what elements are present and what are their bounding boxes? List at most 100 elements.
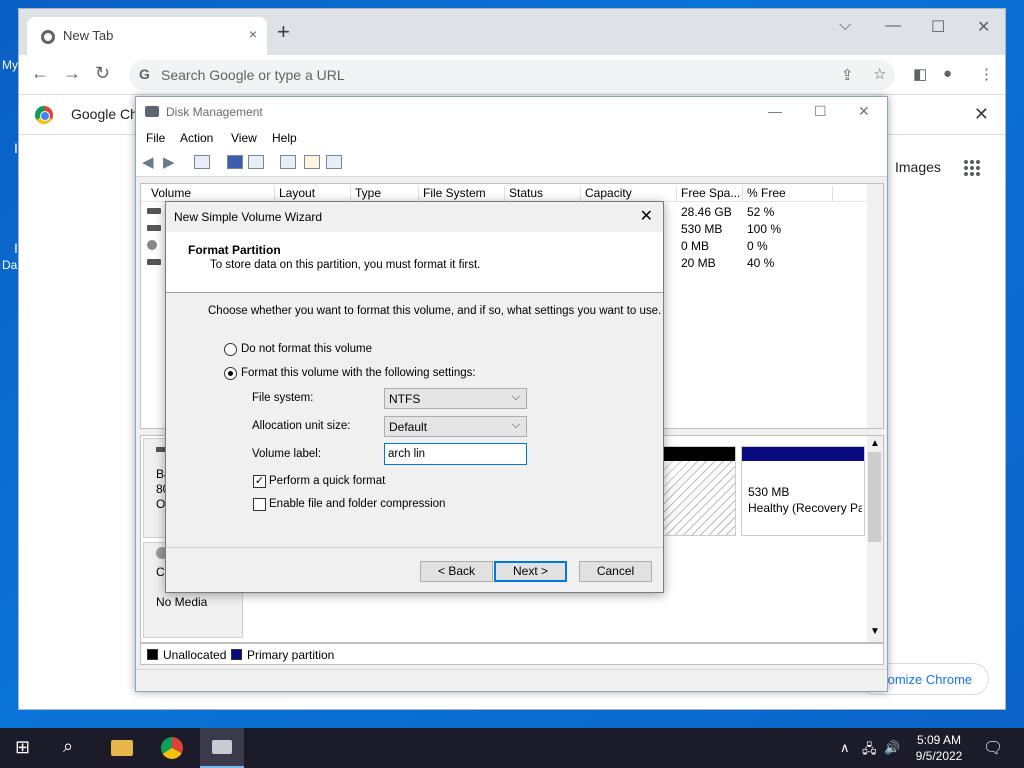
infobar-close-icon[interactable]: ✕ bbox=[974, 104, 989, 125]
profile-avatar-icon[interactable]: ● bbox=[943, 65, 952, 82]
no-format-label[interactable]: Do not format this volume bbox=[241, 343, 372, 355]
infobar-text: Google Chr bbox=[71, 106, 143, 122]
file-explorer-icon[interactable] bbox=[111, 740, 133, 756]
unallocated-partition[interactable] bbox=[661, 446, 736, 536]
new-tab-button[interactable]: + bbox=[277, 21, 290, 43]
back-button[interactable]: < Back bbox=[420, 561, 493, 582]
allocation-unit-select[interactable]: Default ⌵ bbox=[384, 416, 527, 437]
dm-title: Disk Management bbox=[166, 105, 263, 119]
dm-close-icon[interactable]: ✕ bbox=[858, 103, 870, 120]
volume-icon bbox=[147, 259, 161, 265]
taskbar: ⊞ ⌕ ∧ 🖧 🔊 5:09 AM 9/5/2022 🗨 bbox=[0, 728, 1024, 768]
desktop-icon-label[interactable]: Da bbox=[2, 258, 17, 272]
share-icon[interactable]: ⇪ bbox=[841, 66, 854, 84]
back-arrow-icon[interactable]: ◀ bbox=[142, 153, 154, 171]
quick-format-label[interactable]: Perform a quick format bbox=[269, 475, 385, 487]
volume-list-header: Volume Layout Type File System Status Ca… bbox=[141, 184, 883, 202]
menu-view[interactable]: View bbox=[231, 131, 257, 145]
col-capacity[interactable]: Capacity bbox=[581, 186, 677, 202]
tab-new-tab[interactable]: New Tab × bbox=[27, 17, 267, 55]
format-radio[interactable] bbox=[224, 367, 237, 380]
col-free-space[interactable]: Free Spa... bbox=[677, 186, 743, 202]
minimize-icon[interactable]: — bbox=[885, 17, 901, 35]
rescan-icon[interactable] bbox=[280, 155, 296, 169]
col-type[interactable]: Type bbox=[351, 186, 419, 202]
disk-management-taskbar-button[interactable] bbox=[200, 728, 244, 768]
help-icon[interactable] bbox=[227, 155, 243, 169]
tab-close-icon[interactable]: × bbox=[249, 26, 257, 42]
omnibox-placeholder: Search Google or type a URL bbox=[161, 67, 345, 83]
compression-checkbox[interactable] bbox=[253, 498, 266, 511]
file-system-label: File system: bbox=[252, 392, 314, 404]
dm-statusbar bbox=[136, 669, 887, 691]
col-volume[interactable]: Volume bbox=[147, 186, 275, 202]
side-panel-icon[interactable]: ◧ bbox=[913, 65, 927, 83]
volume-icon bbox=[147, 208, 161, 214]
images-link[interactable]: Images bbox=[895, 159, 941, 175]
dm-titlebar: Disk Management — ☐ ✕ bbox=[136, 97, 887, 127]
chrome-taskbar-icon[interactable] bbox=[161, 737, 183, 759]
graph-scrollbar[interactable]: ▲ ▼ bbox=[867, 436, 883, 642]
compression-label[interactable]: Enable file and folder compression bbox=[269, 498, 445, 510]
scroll-up-icon[interactable]: ▲ bbox=[870, 438, 880, 449]
dm-minimize-icon[interactable]: — bbox=[768, 103, 782, 119]
wizard-close-icon[interactable]: ✕ bbox=[640, 206, 653, 226]
google-g-icon: G bbox=[139, 66, 150, 82]
col-layout[interactable]: Layout bbox=[275, 186, 351, 202]
cd-drive-icon bbox=[147, 240, 157, 250]
cell-percent: 40 % bbox=[747, 256, 775, 270]
forward-arrow-icon[interactable]: ▶ bbox=[163, 153, 175, 171]
disk-management-taskbar-icon bbox=[212, 740, 232, 754]
reload-icon[interactable]: ↻ bbox=[95, 63, 110, 84]
volume-icon[interactable]: 🔊 bbox=[884, 740, 900, 756]
settings-list-icon[interactable] bbox=[326, 155, 342, 169]
properties-icon[interactable] bbox=[248, 155, 264, 169]
maximize-icon[interactable]: ☐ bbox=[931, 17, 945, 37]
console-tree-icon[interactable] bbox=[194, 155, 210, 169]
notifications-icon[interactable]: 🗨 bbox=[983, 738, 1003, 758]
cell-free: 20 MB bbox=[681, 256, 716, 270]
format-label[interactable]: Format this volume with the following se… bbox=[241, 367, 476, 379]
menu-action[interactable]: Action bbox=[180, 131, 213, 145]
scroll-thumb[interactable] bbox=[868, 452, 881, 542]
scroll-down-icon[interactable]: ▼ bbox=[870, 626, 880, 637]
no-format-radio[interactable] bbox=[224, 343, 237, 356]
bookmark-star-icon[interactable]: ☆ bbox=[873, 65, 886, 83]
col-percent-free[interactable]: % Free bbox=[743, 186, 833, 202]
taskbar-clock[interactable]: 5:09 AM 9/5/2022 bbox=[906, 732, 972, 764]
next-button[interactable]: Next > bbox=[494, 561, 567, 582]
volume-list-scrollbar[interactable] bbox=[867, 184, 883, 428]
network-icon[interactable]: 🖧 bbox=[862, 740, 877, 762]
search-icon[interactable]: ⌕ bbox=[63, 736, 73, 757]
windows-start-icon[interactable]: ⊞ bbox=[15, 737, 30, 758]
menu-file[interactable]: File bbox=[146, 131, 165, 145]
unallocated-swatch bbox=[147, 649, 158, 660]
cancel-button[interactable]: Cancel bbox=[579, 561, 652, 582]
legend-primary: Primary partition bbox=[247, 648, 335, 662]
chrome-logo-icon bbox=[35, 106, 53, 124]
allocation-unit-label: Allocation unit size: bbox=[252, 420, 351, 432]
menu-help[interactable]: Help bbox=[272, 131, 297, 145]
show-hidden-icons-icon[interactable]: ∧ bbox=[840, 740, 850, 756]
chrome-favicon-icon bbox=[41, 30, 55, 44]
dm-maximize-icon[interactable]: ☐ bbox=[814, 103, 827, 120]
col-status[interactable]: Status bbox=[505, 186, 581, 202]
checklist-icon[interactable] bbox=[304, 155, 320, 169]
google-apps-icon[interactable] bbox=[963, 159, 981, 177]
wizard-description: Choose whether you want to format this v… bbox=[208, 305, 662, 317]
forward-icon[interactable]: → bbox=[63, 63, 81, 84]
recovery-partition[interactable]: 530 MB Healthy (Recovery Pa bbox=[741, 446, 865, 536]
back-icon[interactable]: ← bbox=[31, 63, 49, 84]
menu-kebab-icon[interactable]: ⋮ bbox=[979, 65, 994, 83]
close-icon[interactable]: ✕ bbox=[977, 17, 990, 37]
cell-percent: 52 % bbox=[747, 205, 775, 219]
col-file-system[interactable]: File System bbox=[419, 186, 505, 202]
tab-search-icon[interactable]: ⌵ bbox=[839, 17, 851, 35]
volume-label-input[interactable] bbox=[384, 443, 527, 465]
quick-format-checkbox[interactable]: ✓ bbox=[253, 475, 266, 488]
desktop-icon-label[interactable]: My bbox=[2, 58, 18, 72]
clock-date: 9/5/2022 bbox=[915, 749, 963, 763]
file-system-select[interactable]: NTFS ⌵ bbox=[384, 388, 527, 409]
omnibox[interactable]: G Search Google or type a URL ⇪ ☆ bbox=[129, 60, 895, 90]
cell-percent: 0 % bbox=[747, 239, 768, 253]
